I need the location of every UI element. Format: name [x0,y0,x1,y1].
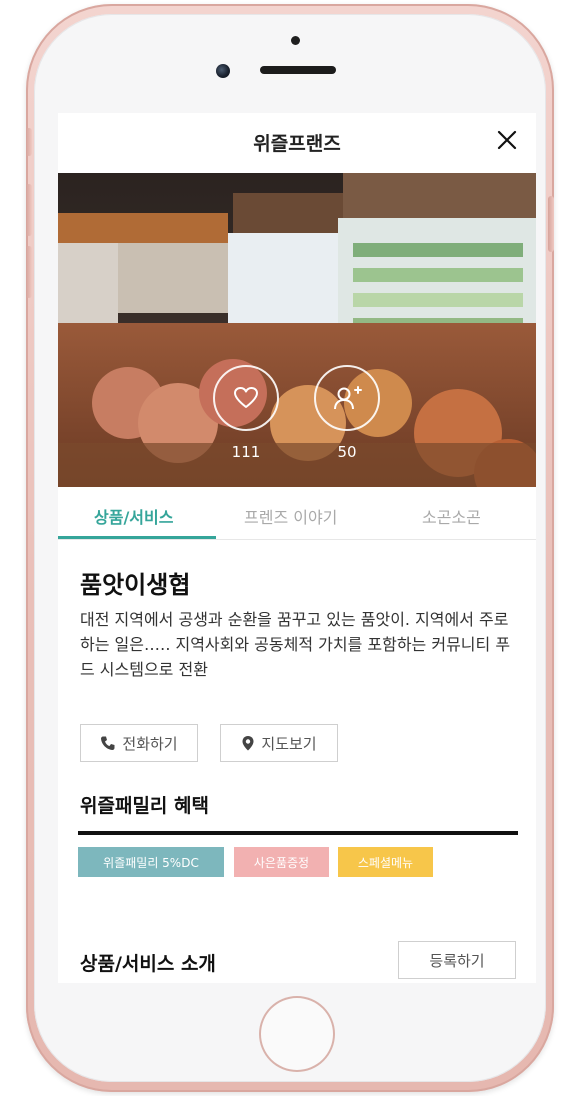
app-screen: 위즐프랜즈 111 50 상품/서비스 프렌즈 이야기 소곤소곤 품앗이생협 대… [58,113,536,983]
page-title: 위즐프랜즈 [253,133,341,155]
home-button[interactable] [259,996,335,1072]
follow-stat[interactable]: 50 [314,365,380,461]
active-tab-indicator [58,536,216,539]
tab-friends-story[interactable]: 프렌즈 이야기 [244,504,337,528]
store-name: 품앗이생협 [80,571,191,599]
like-stat[interactable]: 111 [213,365,279,461]
map-pin-icon [242,736,254,751]
heart-icon [234,387,258,408]
badge-free-gift: 사은품증정 [234,847,329,877]
map-label: 지도보기 [261,734,317,753]
add-user-icon [334,386,362,410]
store-photo-image [58,173,536,487]
tab-products-services[interactable]: 상품/서비스 [94,504,173,528]
proximity-sensor [291,36,300,45]
badge-family-discount: 위즐패밀리 5%DC [78,847,224,877]
volume-up-button [26,184,32,236]
top-bar: 위즐프랜즈 [58,113,536,173]
like-button[interactable] [213,365,279,431]
call-button[interactable]: 전화하기 [80,724,198,762]
store-photo: 111 50 [58,173,536,487]
store-description: 대전 지역에서 공생과 순환을 꿈꾸고 있는 품앗이. 지역에서 주로 하는 일… [80,610,511,679]
follow-button[interactable] [314,365,380,431]
map-button[interactable]: 지도보기 [220,724,338,762]
badge-special-menu: 스페셜메뉴 [338,847,433,877]
intro-title: 상품/서비스 소개 [80,953,216,975]
benefits-title: 위즐패밀리 혜택 [80,795,209,817]
tab-bar: 상품/서비스 프렌즈 이야기 소곤소곤 [58,487,536,540]
call-label: 전화하기 [122,734,178,753]
register-label: 등록하기 [429,951,485,970]
volume-down-button [26,246,32,298]
mute-switch [26,128,32,156]
register-button[interactable]: 등록하기 [398,941,516,979]
like-count: 111 [231,443,261,461]
earpiece-speaker [260,66,336,74]
tab-whisper[interactable]: 소곤소곤 [422,504,481,528]
follow-count: 50 [337,443,357,461]
benefits-divider [78,831,518,835]
phone-icon [101,736,115,750]
front-camera [216,64,230,78]
power-button [548,196,554,252]
close-icon[interactable] [496,129,518,151]
